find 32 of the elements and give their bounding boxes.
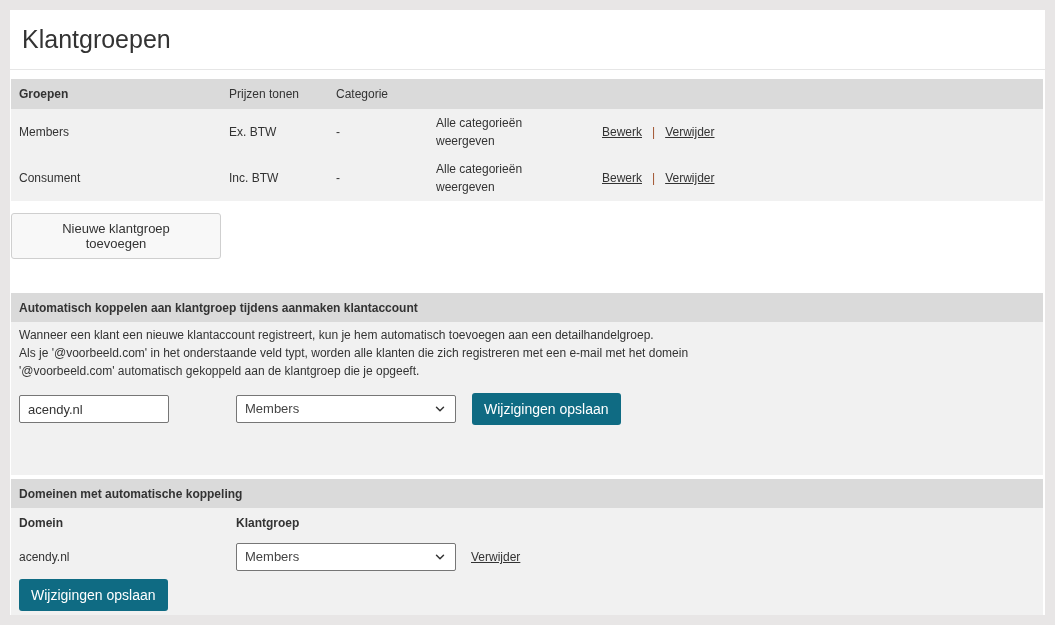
select-field[interactable]: Members [236,543,456,571]
delete-link[interactable]: Verwijder [665,123,715,141]
link-separator: | [652,170,656,187]
column-header: Prijzen tonen [229,86,301,103]
column-header: Klantgroep [236,515,300,532]
delete-link[interactable]: Verwijder [665,169,715,187]
description-text: Wanneer een klant een nieuwe klantaccount registreert, kun je hem automatisch toevoegen aan een detailhandelgroep. [19,327,655,344]
section-header: Domeinen met automatische koppeling [11,479,1043,508]
table-cell-text: - [336,124,341,141]
add-group-button[interactable]: Nieuwe klantgroep toevoegen [11,213,221,259]
edit-link[interactable]: Bewerk [602,123,642,141]
table-cell-text: Ex. BTW [229,124,278,141]
table-cell-text: Alle categorieën weergeven [436,115,524,150]
description-text: Als je '@voorbeeld.com' in het onderstaande veld typt, worden alle klanten die zich registreren met een e-mail met het domein '@voorbeeld.com' automatisch gekoppeld aan de klantgroep die je opgeeft. [19,345,690,380]
select-field[interactable]: Members [236,395,456,423]
edit-link[interactable]: Bewerk [602,169,642,187]
domain-input[interactable]: acendy.nl [19,395,169,423]
column-header: Domein [19,515,64,532]
save-button[interactable]: Wijzigingen opslaan [19,579,168,611]
table-cell-text: acendy.nl [19,549,71,566]
column-header: Groepen [19,86,70,103]
table-cell-text: Consument [19,170,82,187]
save-button[interactable]: Wijzigingen opslaan [472,393,621,425]
section-header: Automatisch koppelen aan klantgroep tijdens aanmaken klantaccount [11,293,1043,322]
table-cell-text: - [336,170,341,187]
table-cell-text: Inc. BTW [229,170,280,187]
page-title: Klantgroepen [22,23,171,55]
table-cell-text: Members [19,124,70,141]
link-separator: | [652,124,656,141]
table-cell-text: Alle categorieën weergeven [436,161,524,196]
column-header: Categorie [336,86,389,103]
delete-link[interactable]: Verwijder [471,548,521,566]
